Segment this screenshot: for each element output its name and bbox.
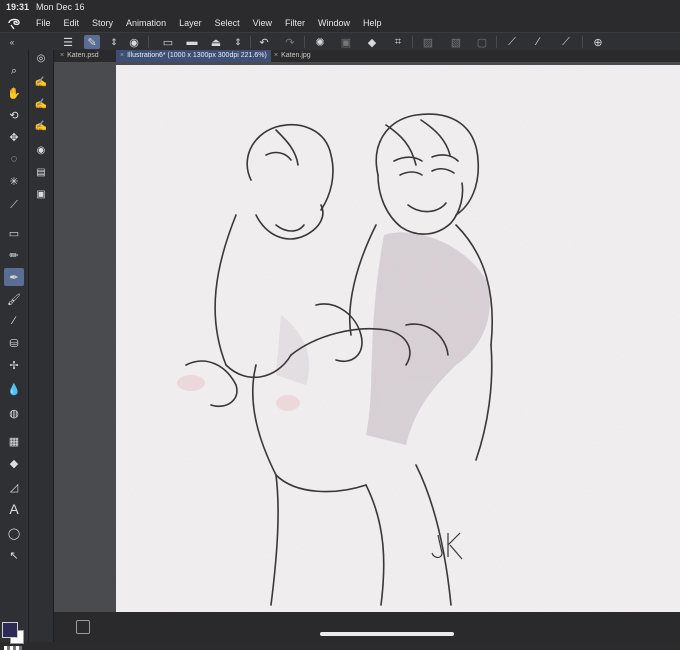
transparent-color-swatch[interactable] <box>4 646 22 650</box>
menu-story[interactable]: Story <box>92 14 113 32</box>
menu-help[interactable]: Help <box>363 14 382 32</box>
airbrush-icon[interactable]: ⛁ <box>4 334 24 352</box>
home-indicator[interactable] <box>320 632 454 636</box>
settings-icon[interactable]: ⊕ <box>590 35 606 49</box>
drawing-mode-icon[interactable]: ◎ <box>32 50 50 66</box>
brush-icon[interactable]: 🖌 <box>4 290 24 308</box>
chevron-updown-icon[interactable]: ⇕ <box>106 35 122 49</box>
pen-icon[interactable]: ✒ <box>4 268 24 286</box>
sub-tool-pen-bleed-icon[interactable]: ✍ <box>32 118 50 134</box>
eyedropper-icon[interactable]: ⟋ <box>4 196 24 214</box>
menu-layer[interactable]: Layer <box>179 14 202 32</box>
menu-window[interactable]: Window <box>318 14 350 32</box>
menu-bar: File Edit Story Animation Layer Select V… <box>0 14 680 32</box>
eraser-icon[interactable]: ▭ <box>4 224 24 242</box>
open-file-icon[interactable]: ▬ <box>184 35 200 49</box>
menu-animation[interactable]: Animation <box>126 14 166 32</box>
collapse-icon[interactable]: « <box>4 35 20 49</box>
watercolor-icon[interactable]: ◍ <box>4 404 24 422</box>
status-date: Mon Dec 16 <box>36 2 85 12</box>
close-icon[interactable]: × <box>274 52 278 59</box>
move-icon[interactable]: ✥ <box>4 128 24 146</box>
lasso-icon[interactable]: ◌ <box>4 150 24 168</box>
line-icon[interactable]: ∕ <box>4 312 24 330</box>
decoration-icon[interactable]: ✢ <box>4 356 24 374</box>
deselect-icon[interactable]: ▨ <box>420 35 436 49</box>
sub-tool-panel-icon[interactable]: ▣ <box>32 186 50 202</box>
pencil-icon[interactable]: ✏ <box>4 246 24 264</box>
artwork-illustration <box>116 65 680 612</box>
tool-palette: ⌕ ✋ ⟲ ✥ ◌ ✳ ⟋ ▭ ✏ ✒ 🖌 ∕ ⛁ ✢ 💧 ◍ ▦ ◆ ◿ A … <box>0 50 29 650</box>
menu-view[interactable]: View <box>253 14 272 32</box>
crop-icon[interactable]: ⌗ <box>390 35 406 49</box>
tab-katen-psd[interactable]: × Katen.psd <box>56 50 103 62</box>
frame-icon[interactable]: ▦ <box>4 432 24 450</box>
fill-bucket-icon[interactable]: ◆ <box>364 35 380 49</box>
clear-icon[interactable]: ▣ <box>338 35 354 49</box>
close-icon[interactable]: × <box>60 52 64 59</box>
save-icon[interactable]: ⏏ <box>208 35 224 49</box>
correct-line-icon[interactable]: ↖ <box>4 546 24 564</box>
gradient-icon[interactable]: ◿ <box>4 478 24 496</box>
chevron-updown-icon-2[interactable]: ⇕ <box>230 35 246 49</box>
menu-items: File Edit Story Animation Layer Select V… <box>36 14 382 32</box>
undo-icon[interactable]: ↶ <box>256 35 272 49</box>
zoom-icon[interactable]: ⌕ <box>4 62 24 80</box>
redo-icon[interactable]: ↷ <box>282 35 298 49</box>
sub-tool-pen-settings-icon[interactable]: ✍ <box>32 96 50 112</box>
canvas-paper[interactable] <box>116 65 680 612</box>
text-icon[interactable]: A <box>4 500 24 518</box>
status-bar: 19:31 Mon Dec 16 <box>0 0 680 14</box>
bottom-bar <box>54 612 680 642</box>
magic-wand-icon[interactable]: ✳ <box>4 172 24 190</box>
document-tab-bar: × Katen.psd × Illustration6* (1000 x 1300p… <box>54 50 680 62</box>
blend-icon[interactable]: 💧 <box>4 380 24 398</box>
companion-icon[interactable]: ◉ <box>126 35 142 49</box>
menu-file[interactable]: File <box>36 14 51 32</box>
main-color-swatch[interactable] <box>2 622 18 638</box>
line-stroke-icon[interactable]: ⟋ <box>558 35 574 49</box>
sub-tool-list-icon[interactable]: ▤ <box>32 164 50 180</box>
sub-tool-circle-icon[interactable]: ◉ <box>32 142 50 158</box>
new-file-icon[interactable]: ▭ <box>160 35 176 49</box>
menu-select[interactable]: Select <box>215 14 240 32</box>
close-icon[interactable]: × <box>120 52 124 59</box>
edit-mode-icon[interactable]: ✎ <box>84 35 100 49</box>
rotate-icon[interactable]: ⟲ <box>4 106 24 124</box>
sub-tool-palette: ◎ ✍ ✍ ✍ ◉ ▤ ▣ <box>29 50 54 642</box>
menu-edit[interactable]: Edit <box>64 14 80 32</box>
hand-icon[interactable]: ✋ <box>4 84 24 102</box>
canvas-area[interactable] <box>54 62 680 612</box>
fill-icon[interactable]: ◆ <box>4 454 24 472</box>
tab-katen-jpg[interactable]: × Katen.jpg <box>270 50 315 62</box>
menu-filter[interactable]: Filter <box>285 14 305 32</box>
sub-tool-pen-icon[interactable]: ✍ <box>32 74 50 90</box>
app-logo-icon[interactable] <box>6 16 22 30</box>
tab-illustration6[interactable]: × Illustration6* (1000 x 1300px 300dpi 22… <box>116 50 271 62</box>
command-bar: « ☰ ✎ ⇕ ◉ ▭ ▬ ⏏ ⇕ ↶ ↷ ✺ ▣ ◆ ⌗ ▨ ▧ ▢ ⟋ ∕ … <box>0 32 680 52</box>
hamburger-menu-icon[interactable]: ☰ <box>60 35 76 49</box>
canvas-view-toggle-icon[interactable] <box>76 620 90 634</box>
selection-frame-icon[interactable]: ▢ <box>474 35 490 49</box>
loading-icon[interactable]: ✺ <box>312 35 328 49</box>
balloon-icon[interactable]: ◯ <box>4 524 24 542</box>
status-time: 19:31 <box>6 2 30 12</box>
invert-selection-icon[interactable]: ▧ <box>448 35 464 49</box>
brush-stroke-icon[interactable]: ∕ <box>530 35 546 49</box>
ruler-icon[interactable]: ⟋ <box>504 35 520 49</box>
